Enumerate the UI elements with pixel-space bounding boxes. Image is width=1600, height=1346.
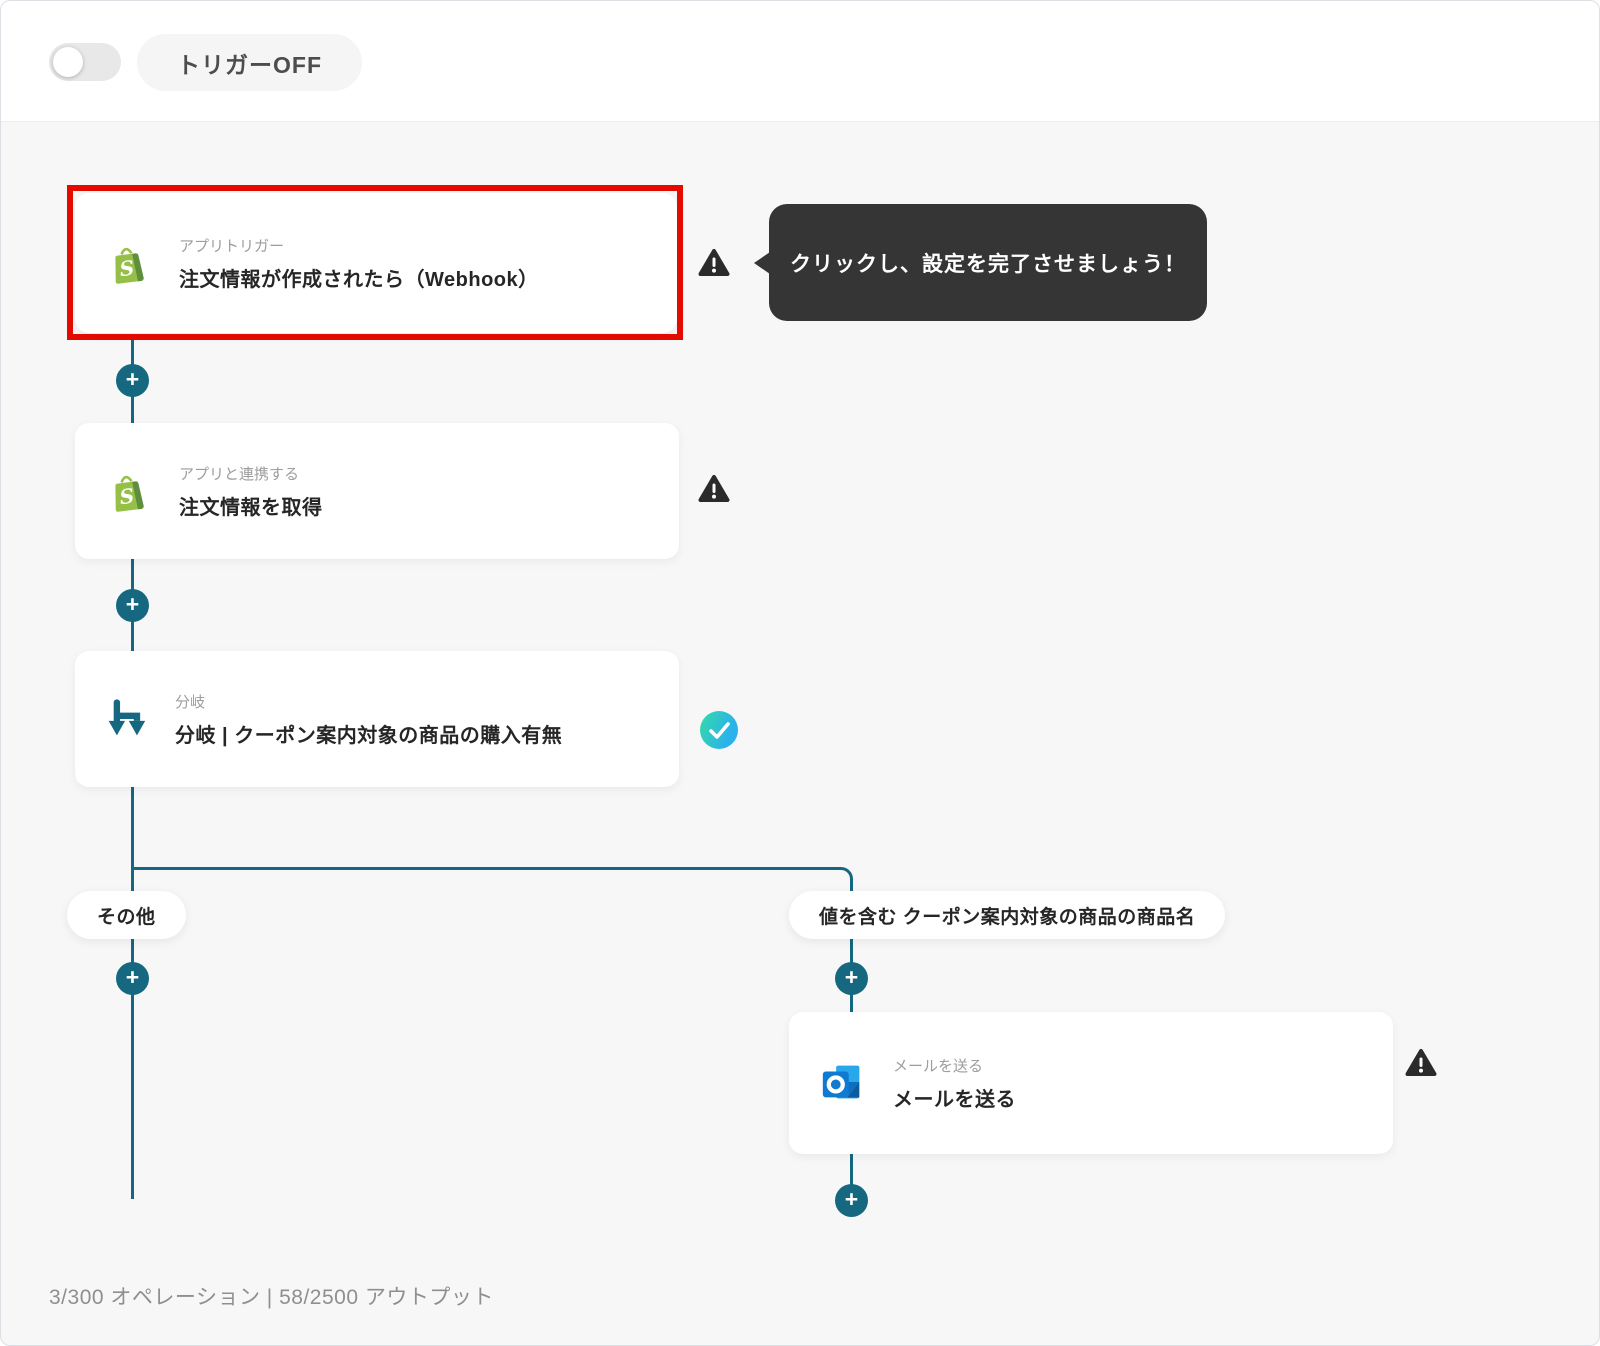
node-branch[interactable]: 分岐 分岐 | クーポン案内対象の商品の購入有無 (75, 651, 679, 787)
node-category: アプリトリガー (179, 237, 285, 255)
tooltip-arrow (754, 252, 770, 274)
warning-icon (1405, 1049, 1437, 1076)
outlook-icon (822, 1065, 860, 1099)
tooltip-text: クリックし、設定を完了させましょう！ (790, 252, 1186, 276)
trigger-toggle-knob (53, 47, 83, 77)
node-title: 注文情報を取得 (179, 496, 323, 519)
node-category: 分岐 (175, 693, 206, 711)
node-title: 分岐 | クーポン案内対象の商品の購入有無 (175, 724, 563, 747)
add-step-button[interactable]: + (116, 364, 149, 397)
add-step-button[interactable]: + (835, 1184, 868, 1217)
node-category: メールを送る (893, 1057, 984, 1075)
svg-text:S: S (118, 484, 135, 510)
trigger-status-label: トリガーOFF (177, 51, 322, 78)
branch-label-other[interactable]: その他 (67, 891, 186, 939)
branch-label-condition[interactable]: 値を含む クーポン案内対象の商品の商品名 (789, 891, 1226, 939)
check-status-icon (700, 711, 738, 749)
plus-icon: + (125, 964, 140, 990)
node-app-trigger[interactable]: S アプリトリガー 注文情報が作成されたら（Webhook） (75, 193, 677, 333)
branch-label-text: 値を含む クーポン案内対象の商品の商品名 (819, 906, 1196, 928)
add-step-button[interactable]: + (116, 589, 149, 622)
usage-counter: 3/300 オペレーション | 58/2500 アウトプット (49, 1286, 494, 1309)
add-step-button[interactable]: + (116, 962, 149, 995)
branch-icon (108, 699, 146, 736)
setup-tooltip: クリックし、設定を完了させましょう！ (754, 204, 1207, 321)
svg-text:S: S (118, 256, 135, 282)
node-app-integration[interactable]: S アプリと連携する 注文情報を取得 (75, 423, 679, 559)
plus-icon: + (844, 1186, 859, 1212)
add-step-button[interactable]: + (835, 962, 868, 995)
node-title: メールを送る (893, 1088, 1016, 1111)
connector-branch-corner (131, 867, 853, 903)
warning-icon (698, 475, 730, 502)
plus-icon: + (844, 964, 859, 990)
plus-icon: + (125, 591, 140, 617)
canvas-header: トリガーOFF (1, 1, 1599, 122)
workflow-canvas: トリガーOFF S アプリトリガー 注文情報が作成されたら（Webhook） ク… (0, 0, 1600, 1346)
shopify-icon: S (115, 247, 144, 284)
shopify-icon: S (115, 475, 144, 512)
branch-label-text: その他 (97, 906, 156, 928)
node-send-mail[interactable]: メールを送る メールを送る (789, 1012, 1393, 1154)
node-title: 注文情報が作成されたら（Webhook） (179, 268, 539, 291)
trigger-status-badge: トリガーOFF (137, 34, 362, 91)
plus-icon: + (125, 366, 140, 392)
warning-icon (698, 249, 730, 276)
node-category: アプリと連携する (179, 465, 300, 483)
trigger-toggle[interactable] (49, 43, 121, 81)
